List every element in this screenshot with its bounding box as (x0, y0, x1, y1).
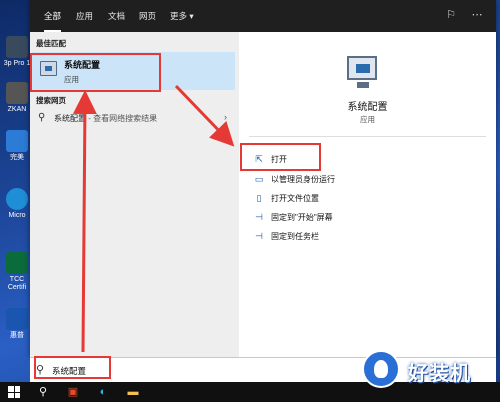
desktop-icon-label: TCC Certifi (7, 276, 27, 291)
start-button[interactable] (2, 382, 24, 402)
search-filter-bar: 全部 应用 文档 网页 更多 ▾ ⚐ ⋯ (30, 0, 496, 32)
edge-icon[interactable]: ◐ (92, 382, 114, 402)
desktop-icon[interactable]: TCC Certifi (2, 252, 32, 292)
search-icon: ⚲ (38, 112, 46, 123)
watermark-logo-icon (362, 350, 400, 388)
tab-more[interactable]: 更多 ▾ (170, 0, 194, 32)
best-match-heading: 最佳匹配 (36, 39, 66, 48)
desktop-icon[interactable]: 完美 (2, 130, 32, 162)
detail-app-type: 应用 (360, 115, 375, 124)
chevron-right-icon[interactable]: › (224, 112, 227, 122)
file-icon: ▯ (256, 193, 262, 203)
action-label: 以管理员身份运行 (271, 175, 335, 184)
highlight-search-box (34, 356, 111, 379)
highlight-best-match (30, 53, 161, 92)
system-config-large-icon (345, 54, 387, 92)
watermark-text: 好装机 (408, 363, 471, 385)
desktop-icon-label: ZKAN (7, 106, 27, 113)
shield-icon: ▭ (254, 174, 264, 184)
web-search-result[interactable]: ⚲ 系统配置 - 查看网络搜索结果 › (32, 108, 235, 128)
web-search-text: 系统配置 - 查看网络搜索结果 (54, 113, 157, 124)
web-search-heading: 搜索网页 (36, 96, 66, 105)
pin-icon: ⊣ (255, 212, 263, 222)
action-open-file-location[interactable]: ▯ 打开文件位置 (253, 191, 453, 207)
windows-icon (8, 386, 20, 398)
divider (249, 136, 486, 137)
tab-documents[interactable]: 文档 (108, 0, 125, 32)
desktop-icon[interactable]: Micro (2, 188, 32, 220)
action-label: 固定到任务栏 (271, 232, 319, 241)
highlight-open-action (240, 143, 321, 171)
action-label: 打开文件位置 (271, 194, 319, 203)
action-pin-to-taskbar[interactable]: ⊣ 固定到任务栏 (253, 229, 453, 245)
office-icon[interactable]: ▣ (62, 382, 84, 402)
action-label: 固定到"开始"屏幕 (271, 213, 333, 222)
desktop-icon-label: Micro (8, 212, 26, 219)
web-search-query: 系统配置 (54, 114, 86, 123)
action-pin-to-start[interactable]: ⊣ 固定到"开始"屏幕 (253, 210, 453, 226)
desktop-icon[interactable]: 惠普 (2, 308, 32, 340)
web-search-suffix: - 查看网络搜索结果 (86, 114, 158, 123)
tab-web[interactable]: 网页 (139, 0, 156, 32)
detail-app-name: 系统配置 (347, 102, 388, 113)
file-explorer-icon[interactable]: ▬ (122, 382, 144, 402)
tab-apps[interactable]: 应用 (76, 0, 93, 32)
search-icon[interactable]: ⚲ (32, 382, 54, 402)
tab-all[interactable]: 全部 (44, 0, 62, 32)
pin-icon: ⊣ (255, 231, 263, 241)
desktop-icon-label: 3p Pro 1 (3, 60, 31, 67)
details-column: 系统配置 应用 ⇱ 打开 ▭ 以管理员身份运行 ▯ 打开文件位置 ⊣ 固定到"开… (239, 32, 496, 357)
desktop-icon-label: 惠普 (10, 332, 24, 339)
desktop-icon[interactable]: 3p Pro 1 (2, 36, 32, 68)
feedback-icon[interactable]: ⚐ (444, 8, 458, 22)
more-icon[interactable]: ⋯ (470, 8, 484, 22)
desktop-icon-label: 完美 (10, 154, 24, 161)
action-run-as-admin[interactable]: ▭ 以管理员身份运行 (253, 172, 453, 188)
desktop-icon[interactable]: ZKAN (2, 82, 32, 114)
watermark: 好装机 (358, 344, 498, 398)
